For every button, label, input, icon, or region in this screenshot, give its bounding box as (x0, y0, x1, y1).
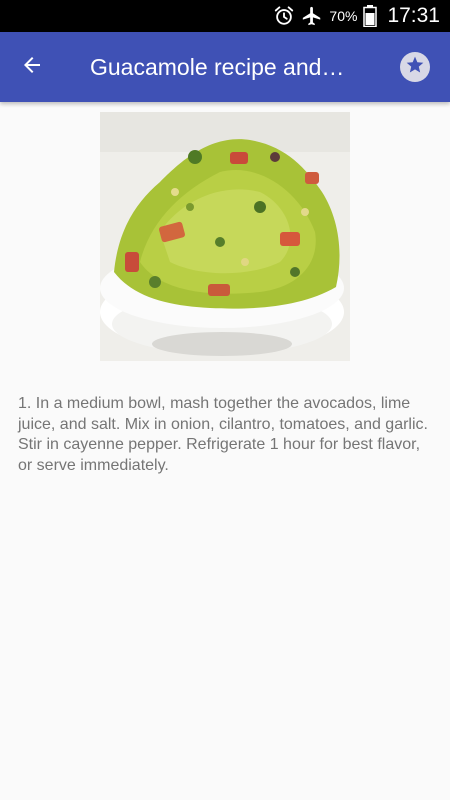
status-icons: 70% 17:31 (273, 0, 440, 32)
recipe-instructions: 1. In a medium bowl, mash together the a… (18, 395, 428, 474)
star-icon (405, 55, 425, 80)
app-bar: Guacamole recipe and… (0, 32, 450, 102)
clock: 17:31 (387, 4, 440, 27)
page-title: Guacamole recipe and… (90, 54, 345, 80)
arrow-left-icon (20, 53, 44, 82)
alarm-icon (273, 5, 295, 27)
status-bar: 70% 17:31 (0, 0, 450, 32)
back-button[interactable] (14, 49, 50, 85)
guacamole-photo (100, 112, 350, 361)
battery-percent: 70% (329, 8, 358, 24)
recipe-image (100, 112, 350, 361)
battery-icon (363, 5, 378, 27)
favorite-button[interactable] (400, 52, 430, 82)
airplane-mode-icon (301, 5, 323, 27)
